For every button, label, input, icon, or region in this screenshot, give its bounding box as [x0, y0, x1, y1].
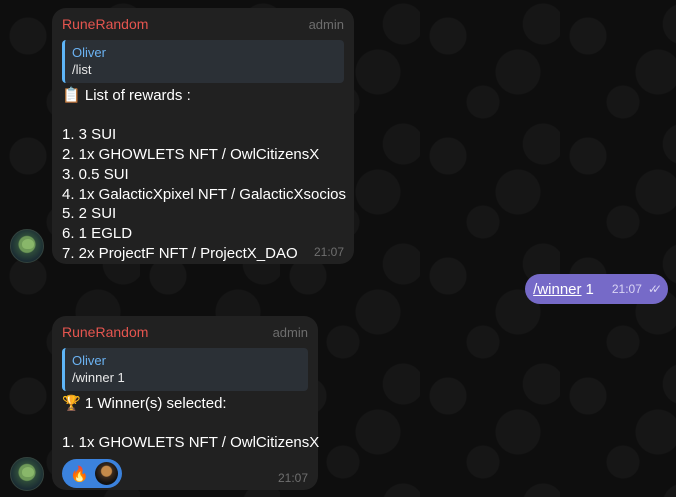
- reply-author: Oliver: [72, 353, 106, 368]
- message-time: 21:07: [277, 471, 308, 485]
- command-argument: 1: [585, 280, 594, 298]
- list-item: 2. 1x GHOWLETS NFT / OwlCitizensX: [62, 146, 320, 164]
- list-item: 6. 1 EGLD: [62, 224, 133, 242]
- message-header-line: List of rewards :: [84, 87, 191, 104]
- read-checkmarks-icon: ✓✓: [647, 282, 662, 296]
- message-bubble[interactable]: RuneRandom admin Oliver /list 📋 List of …: [52, 8, 354, 264]
- reply-preview[interactable]: Oliver /list: [62, 40, 344, 83]
- reactor-avatar: [94, 462, 118, 486]
- list-item: 5. 2 SUI: [62, 205, 117, 223]
- message-text: 🏆 1 Winner(s) selected:: [62, 394, 308, 414]
- message-text: 📋 List of rewards :: [62, 86, 344, 106]
- message-bubble[interactable]: RuneRandom admin Oliver /winner 1 🏆 1 Wi…: [52, 316, 320, 490]
- avatar[interactable]: [10, 457, 44, 491]
- sender-name[interactable]: RuneRandom: [62, 16, 148, 32]
- list-item: 1. 3 SUI: [62, 126, 117, 144]
- message-time: 21:07: [313, 245, 344, 259]
- admin-badge: admin: [272, 325, 308, 340]
- command-link[interactable]: /winner: [533, 281, 581, 298]
- list-item: 4. 1x GalacticXpixel NFT / GalacticXsoci…: [62, 185, 346, 203]
- list-item: 3. 0.5 SUI: [62, 165, 129, 183]
- clipboard-icon: 📋: [62, 86, 81, 104]
- reply-author: Oliver: [72, 45, 106, 60]
- outgoing-message-bubble[interactable]: /winner 1 21:07 ✓✓: [525, 274, 668, 304]
- reply-text: /winner 1: [72, 370, 125, 385]
- sender-name[interactable]: RuneRandom: [62, 324, 148, 340]
- fire-icon: 🔥: [70, 464, 89, 483]
- avatar[interactable]: [10, 229, 44, 263]
- trophy-icon: 🏆: [62, 394, 81, 412]
- admin-badge: admin: [308, 17, 344, 32]
- reply-text: /list: [72, 62, 92, 77]
- reply-preview[interactable]: Oliver /winner 1: [62, 348, 308, 391]
- reaction-pill[interactable]: 🔥: [62, 459, 122, 489]
- list-item: 7. 2x ProjectF NFT / ProjectX_DAO: [62, 244, 298, 262]
- message-time: 21:07: [611, 282, 642, 296]
- list-item: 1. 1x GHOWLETS NFT / OwlCitizensX: [62, 434, 320, 452]
- message-header-line: 1 Winner(s) selected:: [84, 395, 227, 412]
